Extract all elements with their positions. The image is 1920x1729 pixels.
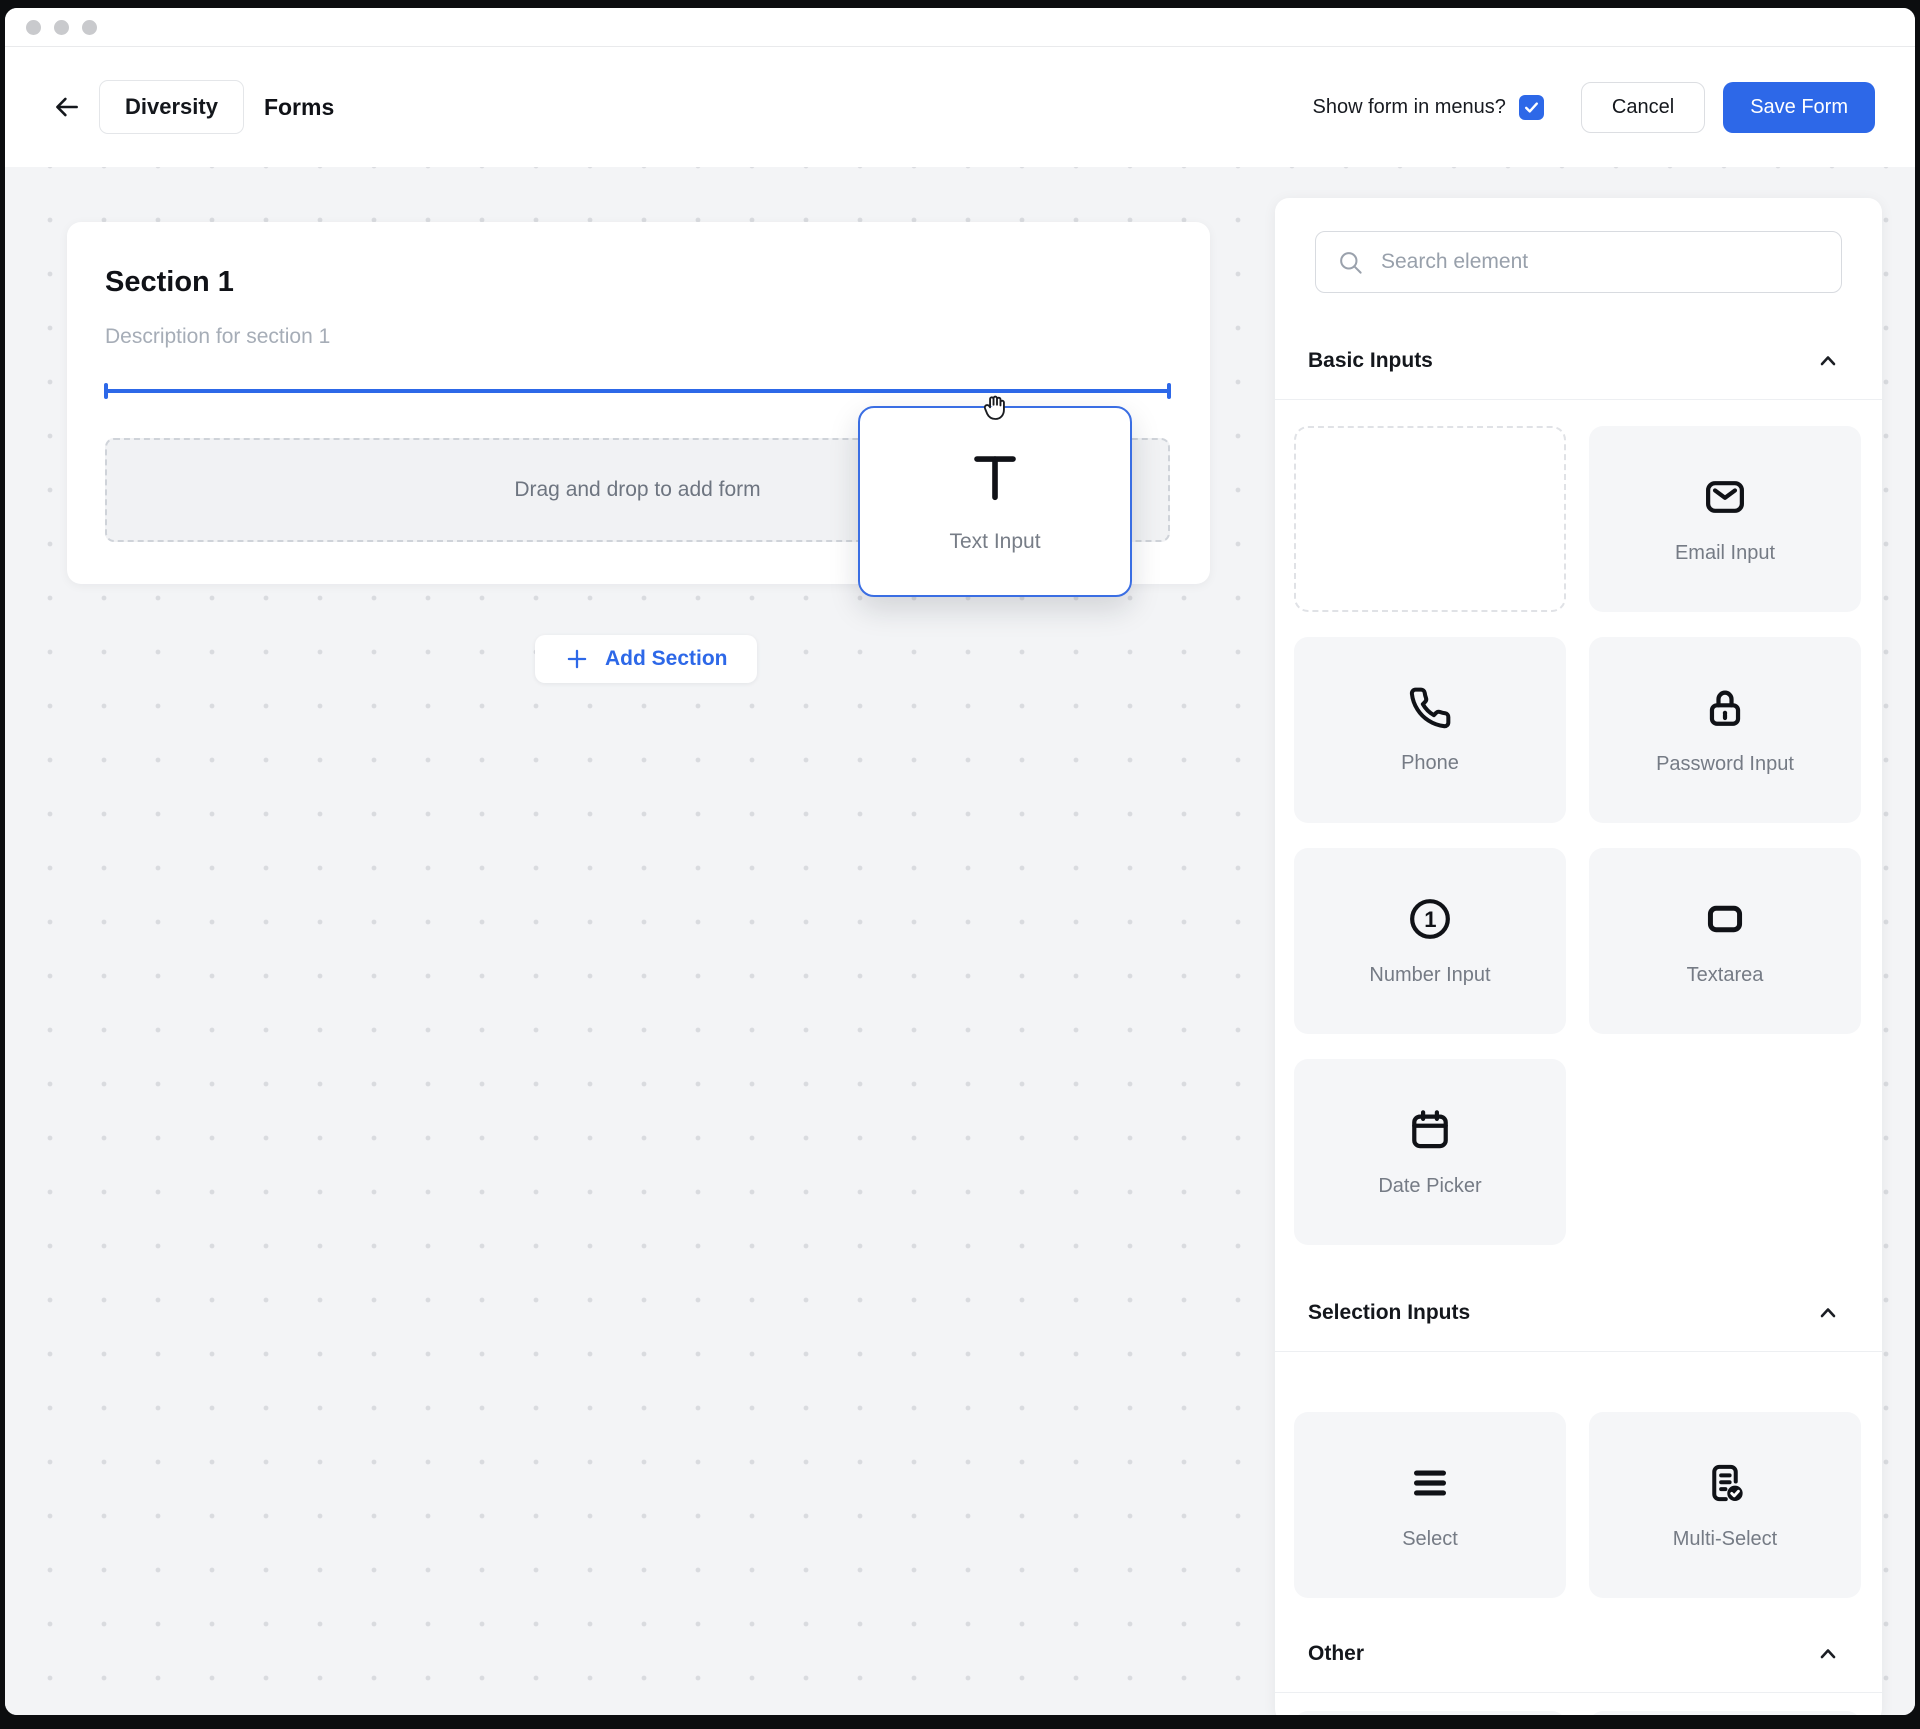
element-card-password-input[interactable]: Password Input (1589, 637, 1861, 823)
show-form-label: Show form in menus? (1313, 96, 1506, 119)
element-card-partial[interactable] (1294, 1711, 1566, 1715)
page-title: Forms (264, 94, 334, 121)
list-icon (1407, 1460, 1453, 1506)
element-card-multi-select[interactable]: Multi-Select (1589, 1412, 1861, 1598)
selection-inputs-grid: Select Multi-Select (1275, 1352, 1882, 1598)
svg-text:1: 1 (1424, 907, 1436, 932)
dropzone-label: Drag and drop to add form (514, 478, 760, 502)
element-card-number-input[interactable]: 1 Number Input (1294, 848, 1566, 1034)
app-header: Diversity Forms Show form in menus? Canc… (5, 47, 1915, 167)
grab-cursor-icon (979, 391, 1011, 423)
email-icon (1702, 474, 1748, 520)
basic-inputs-grid: Email Input Phone (1275, 400, 1882, 1245)
element-card-label: Multi-Select (1673, 1528, 1777, 1551)
window-maximize-button[interactable] (82, 20, 97, 35)
section-header-other[interactable]: Other (1275, 1638, 1882, 1670)
phone-icon (1408, 686, 1452, 730)
window-titlebar (5, 8, 1915, 47)
element-card-partial[interactable] (1589, 1711, 1861, 1715)
section-title[interactable]: Section 1 (105, 266, 234, 299)
window-minimize-button[interactable] (54, 20, 69, 35)
dragged-element-text-input[interactable]: Text Input (858, 406, 1132, 597)
element-card-label: Number Input (1369, 964, 1490, 987)
section-description[interactable]: Description for section 1 (105, 325, 330, 349)
checkmark-icon (1523, 99, 1540, 116)
text-input-icon (968, 450, 1022, 504)
element-card-textarea[interactable]: Textarea (1589, 848, 1861, 1034)
back-button[interactable] (45, 85, 89, 129)
lock-icon (1702, 685, 1748, 731)
element-card-label: Select (1402, 1528, 1458, 1551)
section-header-selection-inputs[interactable]: Selection Inputs (1275, 1297, 1882, 1329)
element-card-email-input[interactable]: Email Input (1589, 426, 1861, 612)
element-card-phone[interactable]: Phone (1294, 637, 1566, 823)
element-card-select[interactable]: Select (1294, 1412, 1566, 1598)
section-header-label: Selection Inputs (1308, 1301, 1470, 1325)
search-input[interactable] (1381, 250, 1820, 274)
section-header-basic-inputs[interactable]: Basic Inputs (1275, 345, 1882, 377)
chevron-up-icon (1816, 349, 1840, 373)
cancel-button[interactable]: Cancel (1581, 82, 1705, 133)
element-search-box (1315, 231, 1842, 293)
add-section-label: Add Section (605, 647, 728, 671)
element-card-label: Textarea (1687, 964, 1764, 987)
element-card-label: Phone (1401, 752, 1459, 775)
dragged-element-label: Text Input (949, 530, 1040, 554)
section-header-label: Basic Inputs (1308, 349, 1433, 373)
chevron-up-icon (1816, 1301, 1840, 1325)
back-arrow-icon (52, 92, 82, 122)
element-card-empty-slot (1294, 426, 1566, 612)
element-card-label: Password Input (1656, 753, 1794, 776)
app-window: Diversity Forms Show form in menus? Canc… (5, 8, 1915, 1715)
element-card-date-picker[interactable]: Date Picker (1294, 1059, 1566, 1245)
show-form-checkbox[interactable] (1519, 95, 1544, 120)
document-check-icon (1702, 1460, 1748, 1506)
calendar-icon (1407, 1107, 1453, 1153)
save-form-button[interactable]: Save Form (1723, 82, 1875, 133)
collapse-button[interactable] (1816, 349, 1840, 373)
chevron-up-icon (1816, 1642, 1840, 1666)
element-card-label: Email Input (1675, 542, 1775, 565)
window-close-button[interactable] (26, 20, 41, 35)
search-icon (1337, 249, 1364, 276)
elements-sidebar: Basic Inputs Email Input (1275, 198, 1882, 1715)
number-one-icon: 1 (1407, 896, 1453, 942)
textarea-icon (1702, 896, 1748, 942)
section-header-label: Other (1308, 1642, 1364, 1666)
collapse-button[interactable] (1816, 1301, 1840, 1325)
element-card-label: Date Picker (1378, 1175, 1481, 1198)
plus-icon (564, 646, 590, 672)
form-name-button[interactable]: Diversity (99, 80, 244, 134)
form-canvas: Section 1 Description for section 1 Drag… (5, 167, 1915, 1715)
other-grid (1275, 1693, 1882, 1715)
add-section-button[interactable]: Add Section (535, 635, 757, 683)
collapse-button[interactable] (1816, 1642, 1840, 1666)
